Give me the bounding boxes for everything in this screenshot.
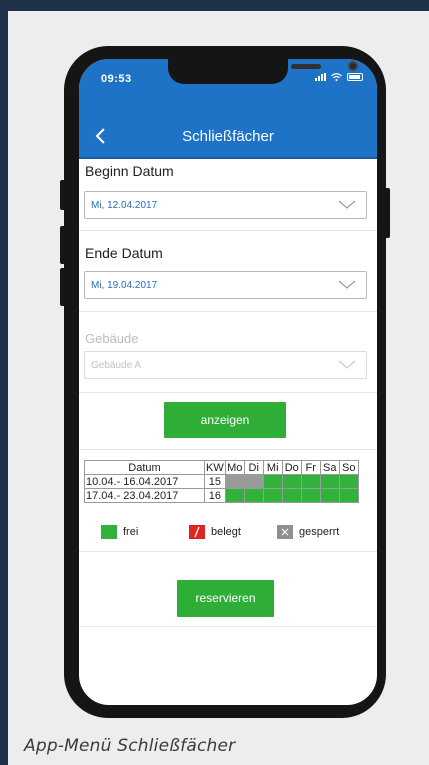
battery-icon: [347, 73, 363, 81]
front-camera: [348, 61, 358, 71]
divider: [79, 392, 377, 393]
column-header-di: Di: [243, 460, 264, 475]
column-header-mo: Mo: [224, 460, 245, 475]
column-header-fr: Fr: [300, 460, 321, 475]
day-status-cell[interactable]: [262, 474, 283, 489]
signal-icon: [315, 73, 326, 81]
legend-item-blocked: gesperrt: [277, 525, 339, 539]
legend-free-label: frei: [123, 526, 139, 538]
day-status-cell[interactable]: [338, 488, 359, 503]
divider: [79, 626, 377, 627]
day-status-cell[interactable]: [262, 488, 283, 503]
week-number-cell: 16: [204, 488, 226, 503]
day-status-cell[interactable]: [281, 474, 302, 489]
phone-notch: [168, 59, 358, 84]
chevron-down-icon: [338, 280, 356, 289]
status-icons: [315, 73, 363, 81]
end-date-select[interactable]: Mi, 19.04.2017: [84, 271, 367, 299]
legend-occupied-label: belegt: [211, 526, 241, 538]
end-date-label: Ende Datum: [85, 245, 163, 261]
begin-date-label: Beginn Datum: [85, 163, 174, 179]
day-status-cell[interactable]: [224, 488, 245, 503]
week-number-cell: 15: [204, 474, 226, 489]
week-date-cell: 17.04.- 23.04.2017: [84, 488, 205, 503]
free-swatch: [101, 525, 117, 539]
day-status-cell[interactable]: [243, 488, 264, 503]
speaker-grille: [291, 64, 321, 69]
legend-item-free: frei: [101, 525, 138, 539]
day-status-cell[interactable]: [224, 474, 245, 489]
divider: [79, 311, 377, 312]
week-date-cell: 10.04.- 16.04.2017: [84, 474, 205, 489]
table-header-row: Datum KW Mo Di Mi Do Fr Sa So: [84, 460, 359, 475]
divider: [79, 449, 377, 450]
day-status-cell[interactable]: [300, 488, 321, 503]
day-status-cell[interactable]: [300, 474, 321, 489]
column-header-so: So: [338, 460, 359, 475]
column-header-mi: Mi: [262, 460, 283, 475]
occupied-swatch: [189, 525, 205, 539]
column-header-kw: KW: [204, 460, 226, 475]
end-date-value: Mi, 19.04.2017: [91, 280, 158, 291]
legend-blocked-label: gesperrt: [299, 526, 340, 538]
column-header-date: Datum: [84, 460, 205, 475]
navigation-bar: Schließfächer: [79, 97, 377, 159]
image-caption: App-Menü Schließfächer: [24, 736, 236, 756]
availability-table: Datum KW Mo Di Mi Do Fr Sa So 10.04.- 16…: [84, 460, 359, 503]
day-status-cell[interactable]: [281, 488, 302, 503]
reserve-button[interactable]: reservieren: [177, 580, 274, 617]
building-value: Gebäude A: [91, 360, 142, 371]
divider: [79, 551, 377, 552]
column-header-sa: Sa: [319, 460, 340, 475]
day-status-cell[interactable]: [319, 488, 340, 503]
show-button[interactable]: anzeigen: [164, 402, 286, 438]
day-status-cell[interactable]: [243, 474, 264, 489]
blocked-swatch: [277, 525, 293, 539]
legend-item-occupied: belegt: [189, 525, 241, 539]
table-row: 10.04.- 16.04.2017 15: [84, 474, 359, 489]
begin-date-select[interactable]: Mi, 12.04.2017: [84, 191, 367, 219]
building-select: Gebäude A: [84, 351, 367, 379]
day-status-cell[interactable]: [319, 474, 340, 489]
slash-icon: [194, 526, 200, 538]
legend: frei belegt gesperrt: [79, 525, 377, 541]
begin-date-value: Mi, 12.04.2017: [91, 200, 158, 211]
column-header-do: Do: [281, 460, 302, 475]
building-label: Gebäude: [85, 331, 139, 346]
status-time: 09:53: [101, 73, 132, 85]
x-icon: [281, 528, 289, 536]
page-title: Schließfächer: [182, 128, 274, 145]
wifi-icon: [331, 73, 342, 81]
day-status-cell[interactable]: [338, 474, 359, 489]
divider: [79, 230, 377, 231]
phone-screen: 09:53 Schließfächer Beginn Datum Mi, 12.…: [79, 59, 377, 705]
chevron-down-icon: [338, 200, 356, 209]
chevron-down-icon: [338, 360, 356, 369]
table-row: 17.04.- 23.04.2017 16: [84, 488, 359, 503]
